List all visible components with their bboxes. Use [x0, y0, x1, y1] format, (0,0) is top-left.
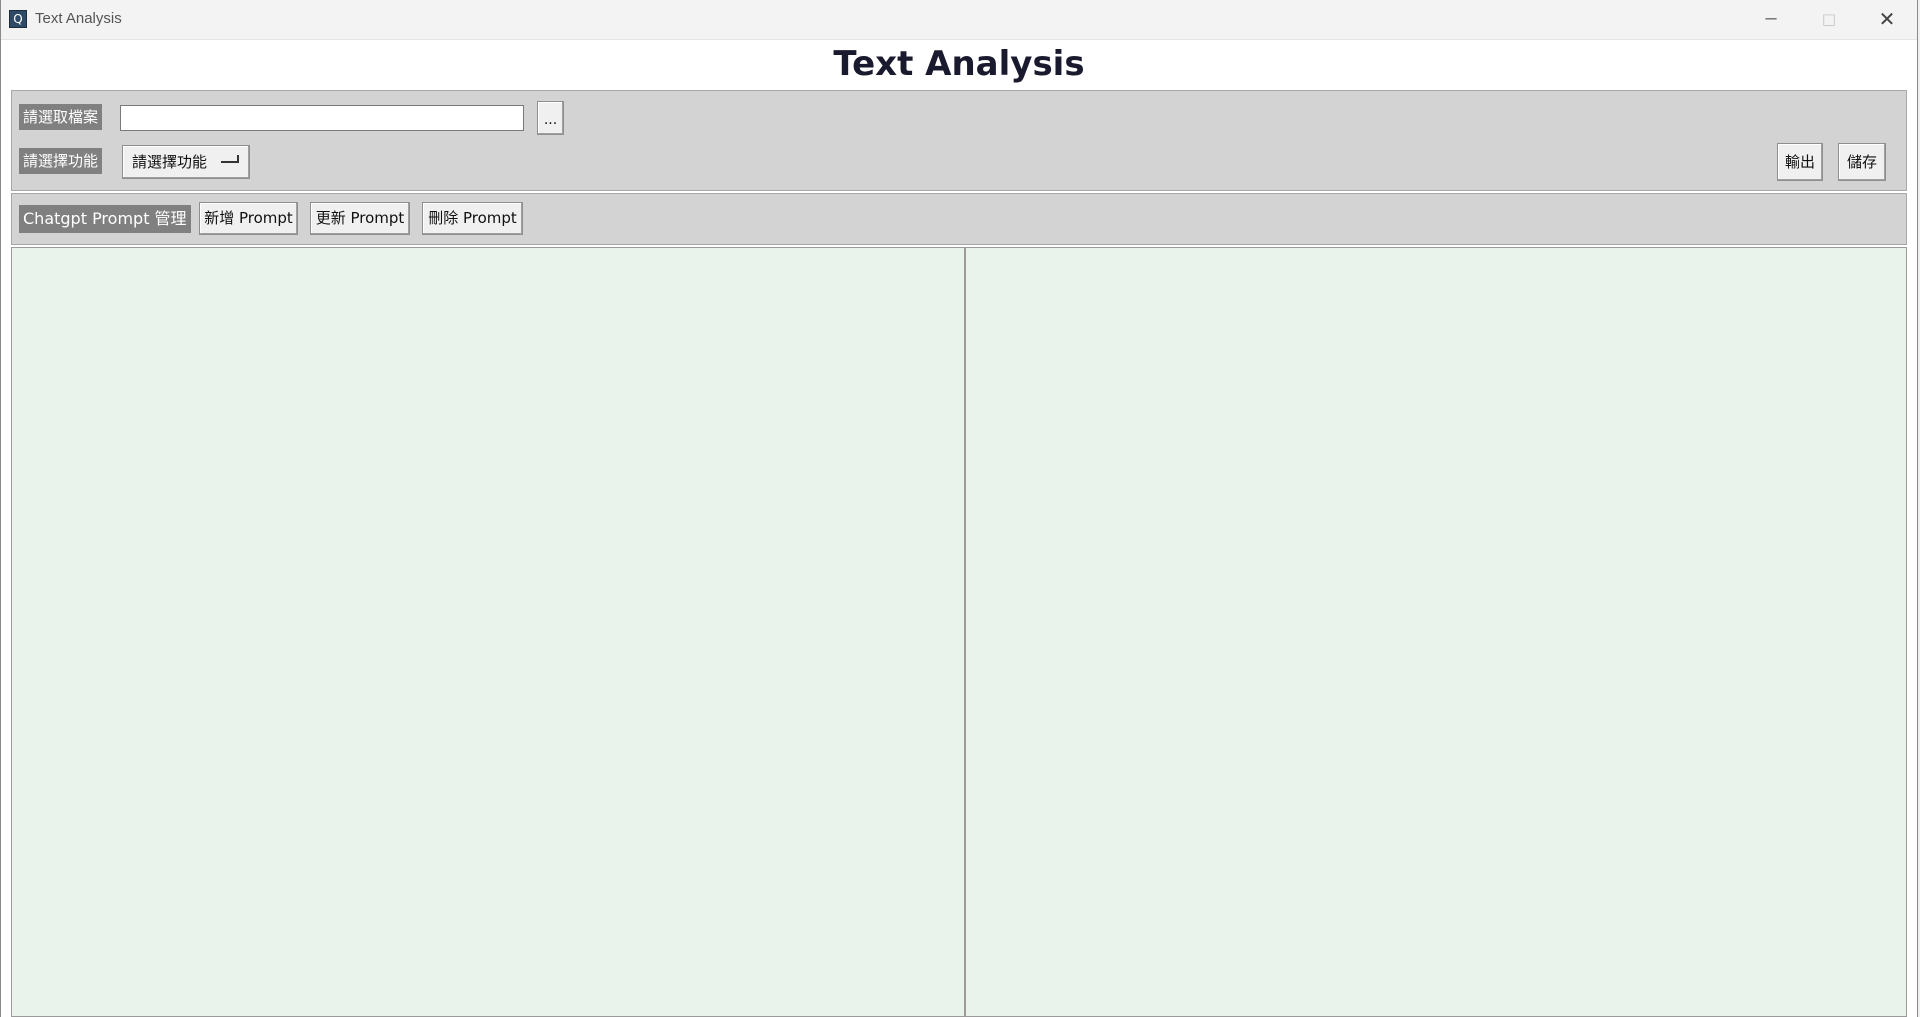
- function-select[interactable]: 請選擇功能: [122, 145, 250, 179]
- close-button[interactable]: ✕: [1858, 0, 1916, 39]
- output-text-area[interactable]: [965, 247, 1907, 1017]
- function-label: 請選擇功能: [19, 148, 103, 174]
- update-prompt-button[interactable]: 更新 Prompt: [310, 202, 410, 235]
- app-window: Q Text Analysis ─ □ ✕ Text Analysis 請選取檔…: [0, 0, 1918, 1017]
- function-select-value: 請選擇功能: [132, 153, 208, 171]
- file-function-panel: 請選取檔案 ... 請選擇功能 請選擇功能 輸出 儲存: [11, 90, 1907, 191]
- file-path-input[interactable]: [120, 105, 524, 131]
- file-label: 請選取檔案: [19, 104, 103, 130]
- save-button[interactable]: 儲存: [1838, 143, 1886, 181]
- title-bar[interactable]: Q Text Analysis ─ □ ✕: [1, 0, 1917, 40]
- app-icon: Q: [9, 10, 27, 28]
- browse-button[interactable]: ...: [537, 101, 564, 135]
- add-prompt-button[interactable]: 新增 Prompt: [199, 202, 298, 235]
- minimize-button[interactable]: ─: [1742, 0, 1800, 39]
- prompt-management-panel: Chatgpt Prompt 管理 新增 Prompt 更新 Prompt 刪除…: [11, 193, 1907, 245]
- page-title: Text Analysis: [833, 44, 1085, 84]
- input-text-area[interactable]: [11, 247, 965, 1017]
- maximize-button[interactable]: □: [1800, 0, 1858, 39]
- delete-prompt-button[interactable]: 刪除 Prompt: [422, 202, 523, 235]
- prompt-management-label: Chatgpt Prompt 管理: [19, 205, 191, 233]
- dropdown-indicator-icon: [221, 155, 239, 163]
- window-title: Text Analysis: [35, 10, 122, 27]
- export-button[interactable]: 輸出: [1777, 143, 1823, 181]
